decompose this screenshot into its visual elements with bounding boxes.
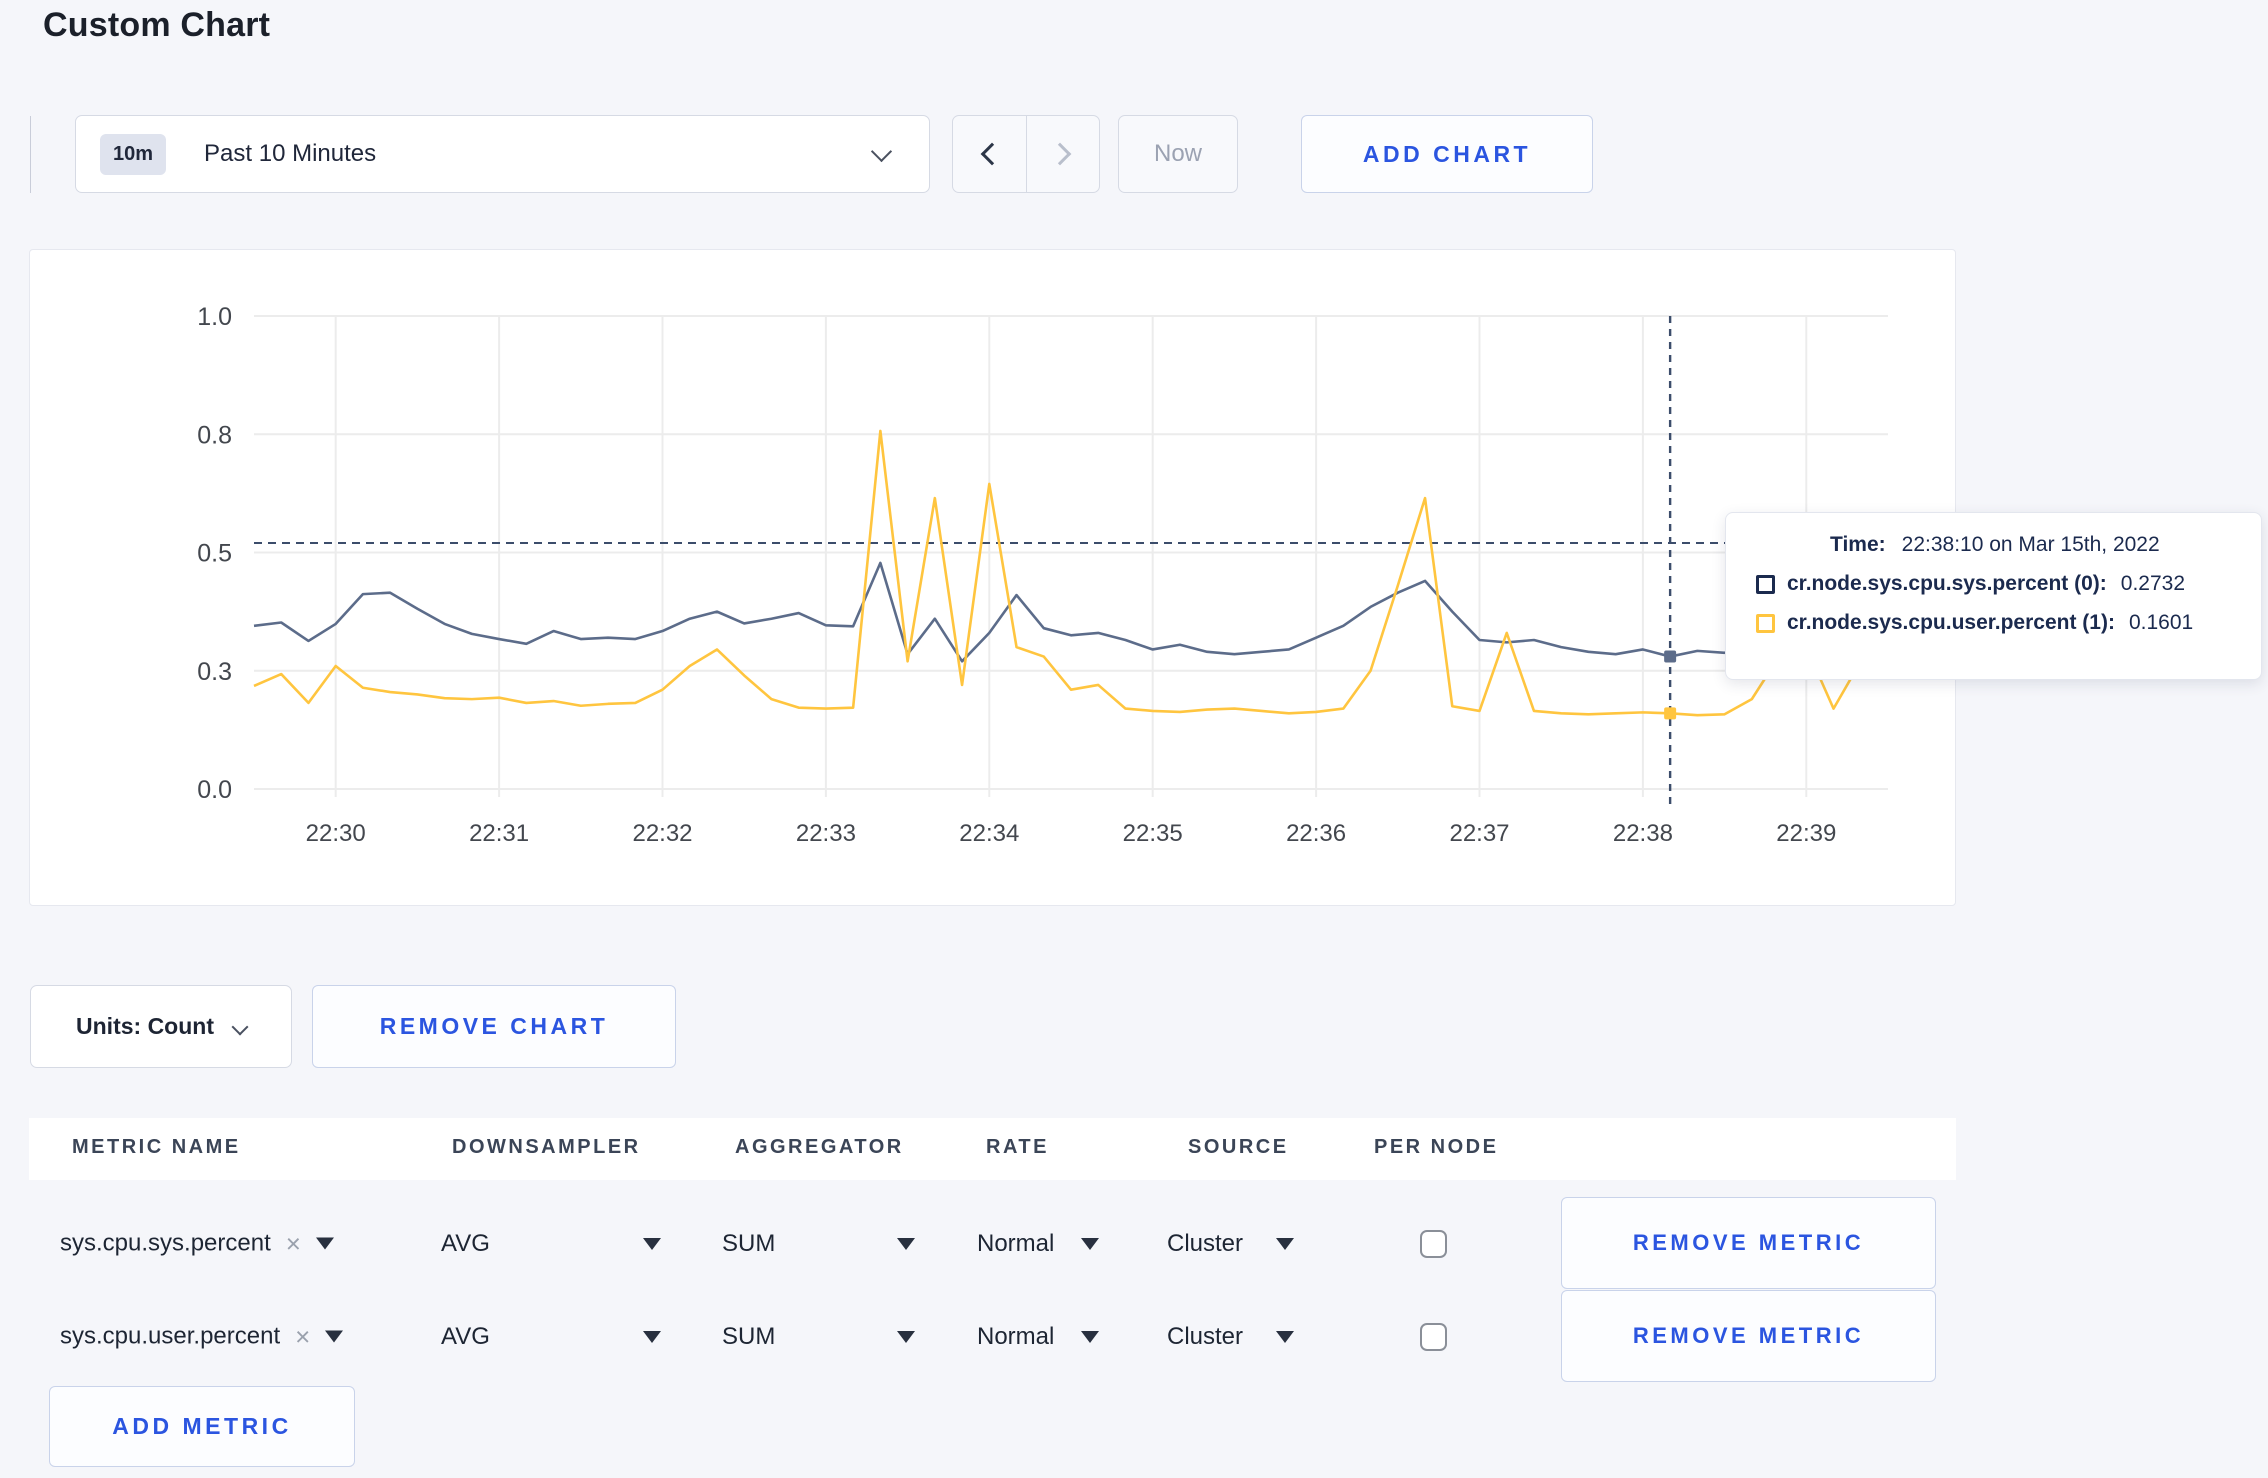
timeseries-chart[interactable]: 22:30 22:31 22:32 22:33 22:34 22:35 22:36 22:37… (30, 250, 1955, 905)
rate-value: Normal (977, 1229, 1055, 1257)
downsampler-dropdown[interactable]: AVG (441, 1323, 661, 1351)
dropdown-caret-icon (1276, 1237, 1294, 1250)
timerange-badge: 10m (100, 133, 167, 175)
rate-dropdown[interactable]: Normal (977, 1230, 1099, 1258)
table-row: sys.cpu.user.percent × AVG SUM Normal Cl… (0, 1289, 2268, 1384)
dropdown-caret-icon[interactable] (325, 1330, 344, 1343)
series-swatch-sys-icon (1756, 574, 1775, 594)
chart-card: 22:30 22:31 22:32 22:33 22:34 22:35 22:36 22:37… (29, 249, 1956, 906)
y-axis-label: 1.0 (197, 303, 232, 331)
source-dropdown[interactable]: Cluster (1167, 1323, 1294, 1351)
x-axis-label: 22:33 (796, 820, 856, 847)
x-axis-label: 22:39 (1776, 820, 1836, 847)
x-axis-label: 22:32 (632, 820, 692, 847)
tooltip-time-label: Time: (1830, 533, 1886, 556)
x-axis-label: 22:37 (1449, 820, 1509, 847)
aggregator-value: SUM (722, 1229, 776, 1257)
metric-name-dropdown[interactable]: sys.cpu.sys.percent × (60, 1228, 334, 1259)
x-axis-label: 22:36 (1286, 820, 1346, 847)
aggregator-dropdown[interactable]: SUM (722, 1230, 915, 1258)
column-header-aggregator: AGGREGATOR (735, 1136, 904, 1158)
metric-name-dropdown[interactable]: sys.cpu.user.percent × (60, 1321, 344, 1352)
prev-time-button[interactable] (953, 116, 1026, 192)
tooltip-series-value: 0.2732 (2120, 572, 2186, 595)
dropdown-caret-icon[interactable] (315, 1237, 334, 1250)
y-axis-label: 0.3 (197, 658, 232, 686)
column-header-source: SOURCE (1188, 1136, 1289, 1158)
dropdown-caret-icon (1081, 1237, 1099, 1250)
column-header-downsampler: DOWNSAMPLER (452, 1136, 641, 1158)
units-label: Units: Count (76, 1013, 214, 1039)
x-axis-label: 22:34 (959, 820, 1019, 847)
series-swatch-user-icon (1756, 613, 1775, 633)
x-axis-label: 22:35 (1123, 820, 1183, 847)
aggregator-dropdown[interactable]: SUM (722, 1323, 915, 1351)
remove-metric-button[interactable]: REMOVE METRIC (1561, 1197, 1936, 1289)
per-node-checkbox[interactable] (1420, 1322, 1447, 1351)
x-axis-label: 22:38 (1613, 820, 1673, 847)
chevron-right-icon (1048, 142, 1072, 166)
downsampler-value: AVG (441, 1229, 490, 1257)
series-line (253, 429, 1862, 717)
source-value: Cluster (1167, 1322, 1244, 1350)
downsampler-dropdown[interactable]: AVG (441, 1230, 661, 1258)
per-node-checkbox[interactable] (1420, 1229, 1447, 1258)
column-header-rate: RATE (986, 1136, 1049, 1158)
next-time-button[interactable] (1025, 116, 1100, 192)
tooltip-series-label: cr.node.sys.cpu.sys.percent (0): (1787, 572, 2107, 595)
series-line (253, 561, 1861, 663)
clear-metric-icon[interactable]: × (295, 1321, 310, 1352)
metric-name-value: sys.cpu.user.percent (60, 1322, 281, 1350)
aggregator-value: SUM (722, 1322, 776, 1350)
tooltip-series-label: cr.node.sys.cpu.user.percent (1): (1787, 611, 2115, 634)
remove-chart-button[interactable]: REMOVE CHART (312, 985, 676, 1068)
dropdown-caret-icon (1081, 1330, 1099, 1343)
y-axis-label: 0.5 (197, 540, 232, 568)
source-value: Cluster (1167, 1229, 1244, 1257)
rate-value: Normal (977, 1322, 1055, 1350)
x-axis-label: 22:31 (469, 820, 529, 847)
remove-metric-button[interactable]: REMOVE METRIC (1561, 1290, 1936, 1382)
chevron-down-icon (231, 1018, 249, 1035)
dropdown-caret-icon (897, 1330, 915, 1343)
y-axis-label: 0.0 (197, 776, 232, 804)
units-select[interactable]: Units: Count (30, 985, 292, 1068)
chevron-down-icon (870, 140, 893, 163)
chevron-left-icon (980, 142, 1004, 166)
dropdown-caret-icon (897, 1237, 915, 1250)
rate-dropdown[interactable]: Normal (977, 1323, 1099, 1351)
dropdown-caret-icon (643, 1237, 661, 1250)
time-pager (952, 115, 1100, 193)
timerange-select[interactable]: 10m Past 10 Minutes (75, 115, 930, 193)
dropdown-caret-icon (643, 1330, 661, 1343)
x-axis-label: 22:30 (306, 820, 366, 847)
metric-name-value: sys.cpu.sys.percent (60, 1229, 271, 1257)
downsampler-value: AVG (441, 1322, 490, 1350)
toolbar-left-divider (30, 116, 31, 193)
clear-metric-icon[interactable]: × (286, 1228, 301, 1259)
now-button[interactable]: Now (1118, 115, 1238, 193)
hover-point-marker (1664, 650, 1677, 663)
hover-point-marker (1664, 707, 1677, 720)
timerange-label: Past 10 Minutes (204, 140, 377, 167)
source-dropdown[interactable]: Cluster (1167, 1230, 1294, 1258)
dropdown-caret-icon (1276, 1330, 1294, 1343)
tooltip-time-value: 22:38:10 on Mar 15th, 2022 (1901, 533, 2160, 556)
column-header-metric-name: METRIC NAME (72, 1136, 241, 1158)
page-title: Custom Chart (43, 6, 271, 44)
table-row: sys.cpu.sys.percent × AVG SUM Normal Clu… (0, 1196, 2268, 1291)
y-axis-label: 0.8 (197, 421, 232, 449)
metrics-table-header: METRIC NAME DOWNSAMPLER AGGREGATOR RATE … (29, 1118, 1956, 1180)
chart-tooltip: Time: 22:38:10 on Mar 15th, 2022 cr.node… (1725, 512, 2262, 680)
add-metric-button[interactable]: ADD METRIC (49, 1386, 355, 1467)
add-chart-button[interactable]: ADD CHART (1301, 115, 1593, 193)
column-header-per-node: PER NODE (1374, 1136, 1499, 1158)
tooltip-series-value: 0.1601 (2128, 611, 2194, 634)
